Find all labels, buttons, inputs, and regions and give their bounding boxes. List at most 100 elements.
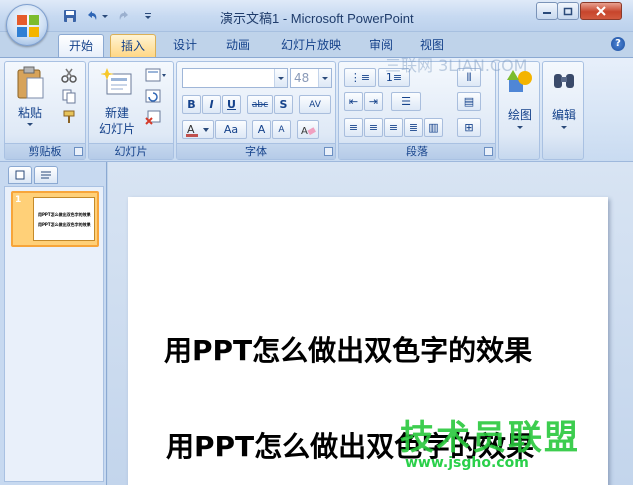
- shrink-font-button[interactable]: A: [272, 120, 291, 139]
- decrease-indent-button[interactable]: ⇤: [344, 92, 363, 111]
- smartart-icon: ⊞: [464, 121, 474, 134]
- grow-font-button[interactable]: A: [252, 120, 271, 139]
- watermark-top: 三联网 3LIAN.COM: [385, 56, 528, 75]
- italic-button[interactable]: I: [202, 95, 221, 114]
- slide-title-1[interactable]: 用PPT怎么做出双色字的效果: [164, 329, 532, 369]
- change-case-icon: Aa: [223, 123, 239, 136]
- svg-text:A: A: [301, 126, 308, 137]
- title-bar: 演示文稿1 - Microsoft PowerPoint: [0, 0, 633, 32]
- align-center-button[interactable]: ≡: [364, 118, 383, 137]
- columns-icon: ▥: [428, 121, 439, 134]
- new-slide-button[interactable]: 新建 幻灯片: [93, 66, 141, 138]
- font-color-icon: A: [186, 123, 209, 137]
- thumbnail-title-2: 用PPT怎么做出双色字的效果: [38, 222, 91, 227]
- align-right-button[interactable]: ≡: [384, 118, 403, 137]
- customize-qat-icon[interactable]: [142, 7, 154, 25]
- bold-icon: B: [187, 98, 196, 111]
- justify-icon: ≣: [408, 121, 419, 134]
- paragraph-group-label: 段落: [339, 143, 495, 159]
- editing-dropdown-icon: [561, 126, 567, 129]
- slides-pane-body: 1 用PPT怎么做出双色字的效果 用PPT怎么做出双色字的效果: [4, 186, 104, 482]
- paragraph-launcher-icon[interactable]: [484, 147, 493, 156]
- help-icon[interactable]: ?: [611, 37, 625, 51]
- align-left-icon: ≡: [348, 121, 359, 134]
- thumbnail-title-1: 用PPT怎么做出双色字的效果: [38, 212, 91, 217]
- align-text-button[interactable]: ▤: [457, 92, 481, 111]
- font-color-button[interactable]: A: [182, 120, 214, 139]
- shrink-font-icon: A: [278, 124, 285, 135]
- drawing-label: 绘图: [507, 108, 532, 122]
- increase-indent-button[interactable]: ⇥: [364, 92, 383, 111]
- char-spacing-button[interactable]: AV: [299, 95, 331, 114]
- font-size-dropdown[interactable]: [318, 69, 331, 87]
- redo-icon[interactable]: [114, 7, 134, 25]
- save-icon[interactable]: [60, 7, 80, 25]
- line-spacing-icon: ☰: [401, 95, 411, 108]
- tab-design[interactable]: 设计: [163, 34, 207, 57]
- ribbon: 粘贴 剪贴板 新建 幻灯片 幻灯片 48 B I U abc S AV A Aa…: [0, 57, 633, 162]
- tab-insert[interactable]: 插入: [110, 34, 157, 57]
- watermark-url: www.jsgho.com: [405, 455, 529, 471]
- smartart-button[interactable]: ⊞: [457, 118, 481, 137]
- font-launcher-icon[interactable]: [324, 147, 333, 156]
- align-left-button[interactable]: ≡: [344, 118, 363, 137]
- delete-slide-icon[interactable]: [145, 109, 161, 128]
- font-size-combo[interactable]: 48: [290, 68, 332, 88]
- drawing-button[interactable]: 绘图: [501, 66, 539, 146]
- columns-button[interactable]: ▥: [424, 118, 443, 137]
- undo-dropdown-icon[interactable]: [100, 7, 110, 25]
- slides-tab[interactable]: [8, 166, 32, 184]
- ribbon-tabs: 开始 插入 设计 动画 幻灯片放映 审阅 视图 ?: [0, 32, 633, 57]
- reset-slide-icon[interactable]: [145, 88, 161, 107]
- underline-button[interactable]: U: [222, 95, 241, 114]
- italic-icon: I: [209, 98, 214, 111]
- tab-animations[interactable]: 动画: [216, 34, 260, 57]
- undo-icon[interactable]: [82, 7, 102, 25]
- font-group-label: 字体: [177, 143, 335, 159]
- close-button[interactable]: [580, 2, 622, 20]
- paste-dropdown-icon: [27, 123, 33, 126]
- office-button[interactable]: [6, 4, 48, 46]
- office-logo-icon: [17, 15, 39, 37]
- align-text-icon: ▤: [463, 95, 475, 108]
- editing-button[interactable]: 编辑: [545, 66, 583, 146]
- bullets-button[interactable]: ⋮≡: [344, 68, 376, 87]
- tab-slideshow[interactable]: 幻灯片放映: [271, 34, 351, 57]
- change-case-button[interactable]: Aa: [215, 120, 247, 139]
- clear-formatting-icon: A: [301, 126, 316, 137]
- format-painter-icon[interactable]: [61, 109, 77, 128]
- font-name-combo[interactable]: [182, 68, 288, 88]
- watermark-logo: 技术员联盟: [400, 418, 580, 458]
- window-title: 演示文稿1 - Microsoft PowerPoint: [220, 11, 414, 26]
- font-name-dropdown[interactable]: [274, 69, 287, 87]
- paste-button[interactable]: 粘贴: [13, 66, 47, 128]
- slide-thumbnail[interactable]: 1 用PPT怎么做出双色字的效果 用PPT怎么做出双色字的效果: [11, 191, 99, 247]
- justify-button[interactable]: ≣: [404, 118, 423, 137]
- char-spacing-icon: AV: [309, 99, 321, 110]
- font-size-value: 48: [294, 71, 310, 85]
- maximize-button[interactable]: [557, 2, 579, 20]
- new-slide-label-2: 幻灯片: [98, 122, 135, 136]
- minimize-icon: [543, 12, 551, 14]
- text-shadow-icon: S: [279, 98, 288, 111]
- tab-home[interactable]: 开始: [58, 34, 105, 57]
- decrease-indent-icon: ⇤: [348, 95, 359, 108]
- underline-icon: U: [227, 98, 236, 111]
- cut-icon[interactable]: [61, 67, 77, 86]
- new-slide-label-1: 新建: [104, 106, 129, 120]
- outline-tab[interactable]: [34, 166, 58, 184]
- clipboard-launcher-icon[interactable]: [74, 147, 83, 156]
- bold-button[interactable]: B: [182, 95, 201, 114]
- slides-group-label: 幻灯片: [89, 143, 173, 159]
- clear-formatting-button[interactable]: A: [297, 120, 319, 139]
- font-group: 48 B I U abc S AV A Aa A A A 字体: [176, 61, 336, 160]
- copy-icon[interactable]: [61, 88, 77, 107]
- clipboard-group-label: 剪贴板: [5, 143, 85, 159]
- line-spacing-button[interactable]: ☰: [391, 92, 421, 111]
- minimize-button[interactable]: [536, 2, 558, 20]
- slide-number: 1: [15, 195, 22, 205]
- drawing-dropdown-icon: [517, 126, 523, 129]
- shadow-button[interactable]: S: [274, 95, 293, 114]
- strikethrough-button[interactable]: abc: [247, 95, 273, 114]
- layout-icon[interactable]: [145, 67, 167, 86]
